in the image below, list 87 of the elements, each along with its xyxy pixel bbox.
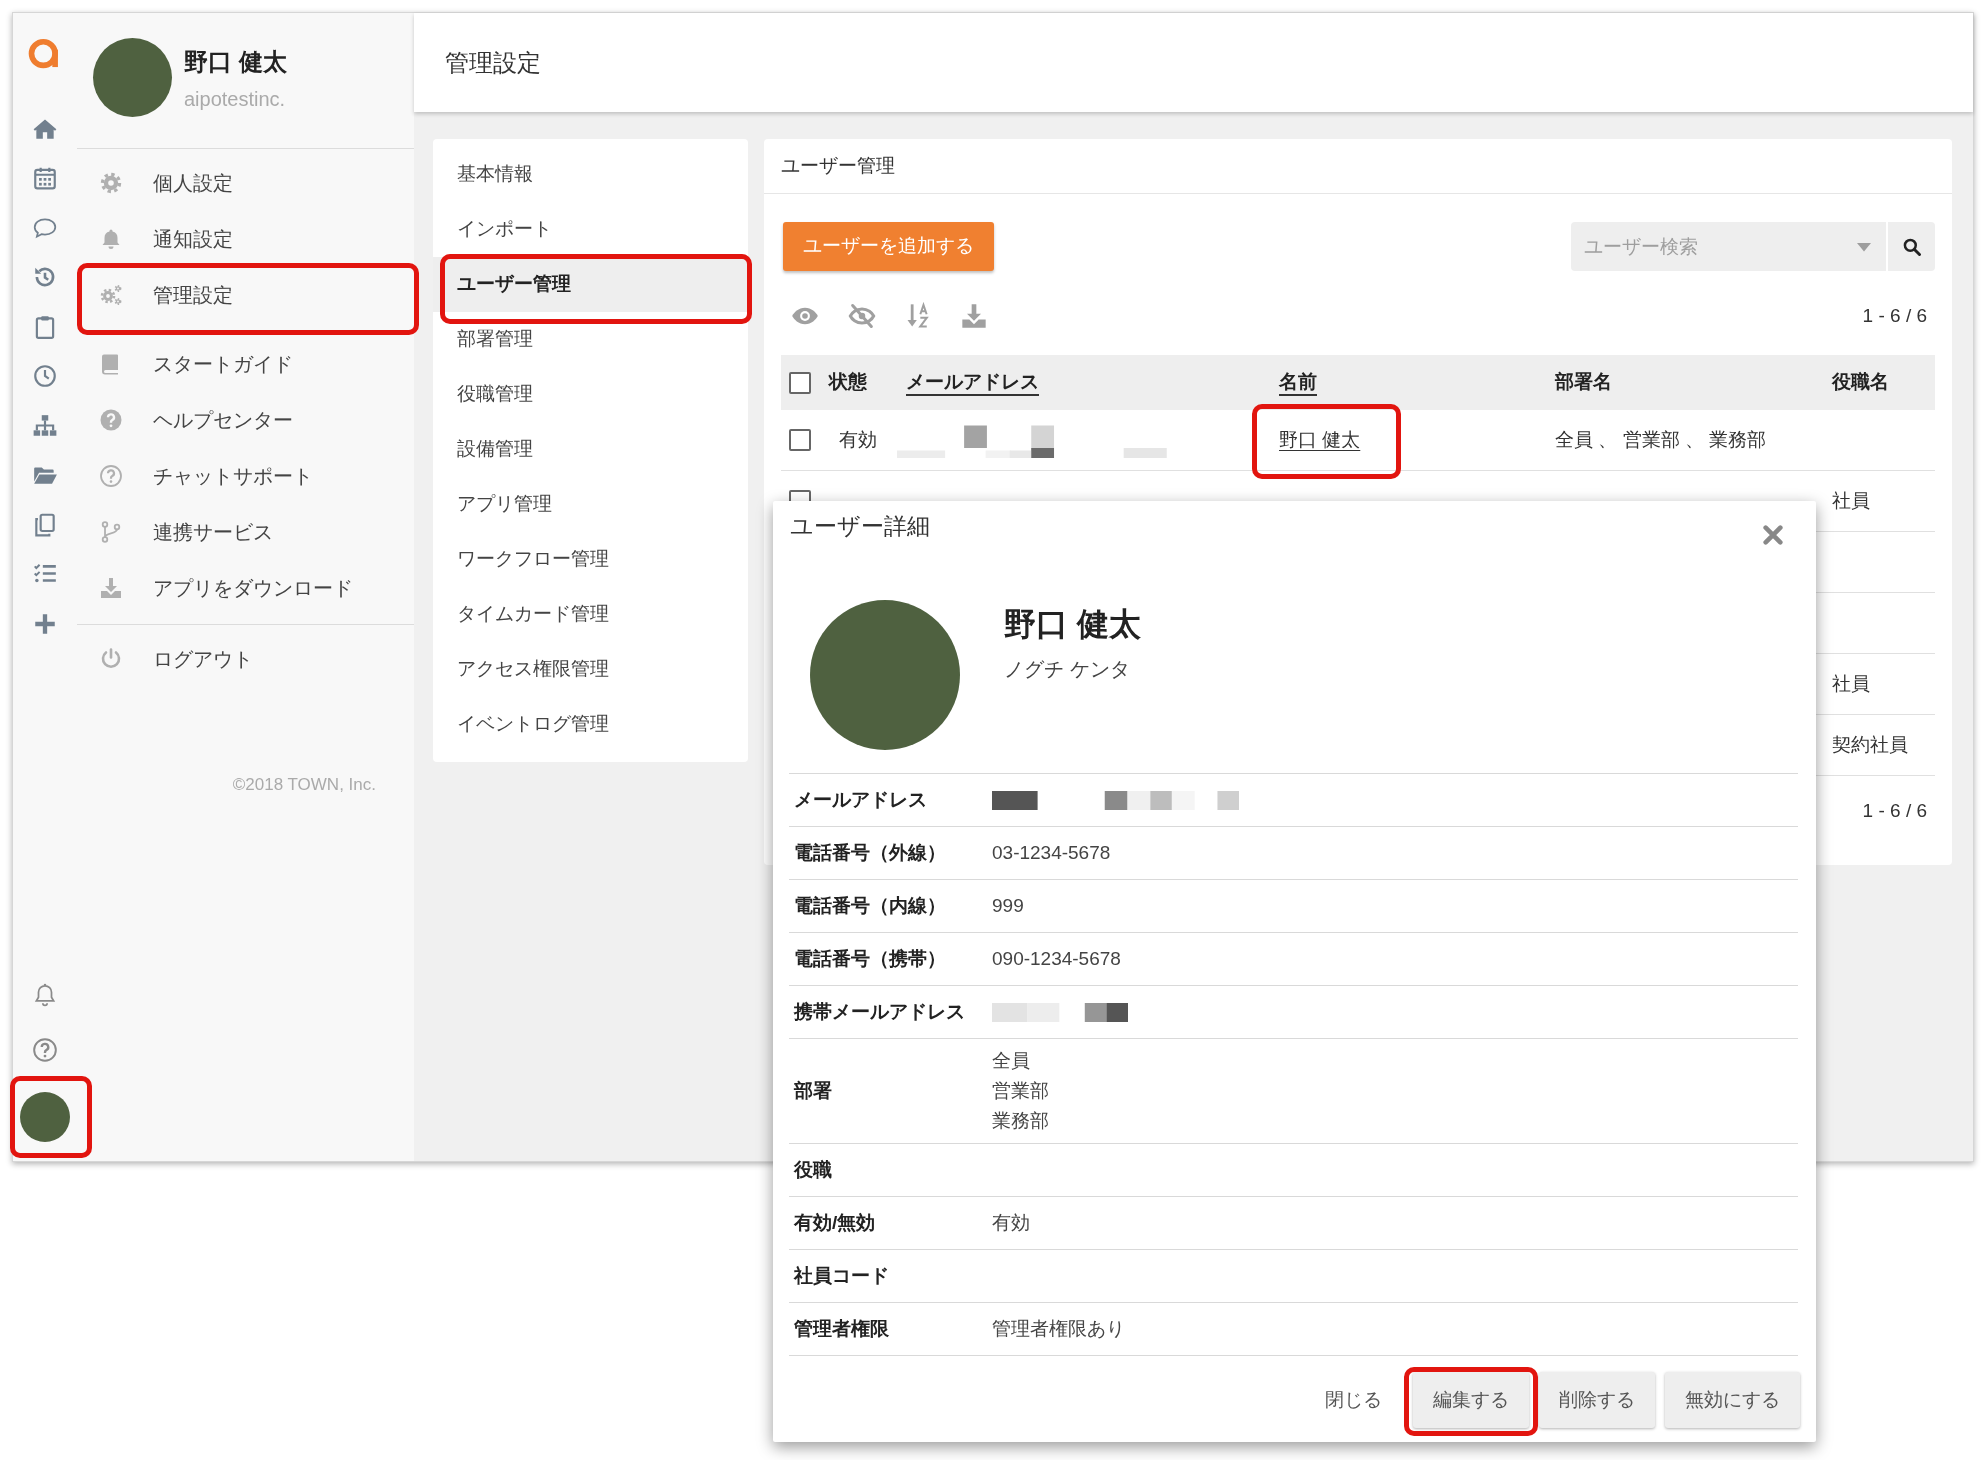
menu-item[interactable]: アプリ管理 <box>433 477 748 532</box>
help-icon <box>99 408 123 432</box>
menu-item[interactable]: 設備管理 <box>433 422 748 477</box>
user-name: 野口 健太 <box>184 47 287 77</box>
field-label: 電話番号（外線） <box>793 840 947 865</box>
menu-item[interactable]: スタートガイド <box>77 336 414 392</box>
menu-item[interactable]: アクセス権限管理 <box>433 642 748 697</box>
pagination-text: 1 - 6 / 6 <box>1862 798 1928 823</box>
field-value: 有効 <box>992 1210 1030 1235</box>
close-icon[interactable] <box>1762 524 1784 546</box>
menu-item[interactable]: イベントログ管理 <box>433 697 748 752</box>
settings-icon <box>99 171 123 195</box>
gears-icon <box>99 283 123 307</box>
dialog-title: ユーザー詳細 <box>790 512 930 541</box>
column-header[interactable]: メールアドレス <box>906 369 1039 396</box>
eye-slash-icon[interactable] <box>848 302 876 330</box>
copy-icon[interactable] <box>32 511 58 538</box>
action-button[interactable]: 無効にする <box>1665 1372 1800 1428</box>
field-label: 有効/無効 <box>793 1210 877 1235</box>
field-value: 業務部 <box>992 1109 1049 1133</box>
column-header: 役職名 <box>1832 369 1889 394</box>
search-field[interactable]: ユーザー検索 <box>1571 222 1886 271</box>
field-value: 管理者権限あり <box>992 1316 1125 1341</box>
role-text: 契約社員 <box>1832 733 1908 755</box>
column-header[interactable]: 名前 <box>1279 369 1317 396</box>
role-text: 社員 <box>1832 672 1870 694</box>
sitemap-icon[interactable] <box>32 412 58 439</box>
menu-item[interactable]: ワークフロー管理 <box>433 532 748 587</box>
menu-item[interactable]: 部署管理 <box>433 312 748 367</box>
menu-item[interactable]: チャットサポート <box>77 448 414 504</box>
bell-icon[interactable] <box>32 981 58 1008</box>
department-text: 全員 、 営業部 、 業務部 <box>1555 428 1767 450</box>
field-value: 営業部 <box>992 1079 1049 1103</box>
menu-item[interactable]: 管理設定 <box>77 267 414 323</box>
search-icon <box>1901 236 1922 257</box>
row-checkbox[interactable] <box>789 429 811 451</box>
avatar-photo[interactable] <box>20 1092 70 1142</box>
pagination-text: 1 - 6 / 6 <box>1862 303 1928 328</box>
power-icon <box>99 647 123 671</box>
download-icon <box>99 576 123 600</box>
field-value: 090-1234-5678 <box>992 946 1121 971</box>
action-button[interactable]: 編集する <box>1413 1372 1529 1428</box>
role-text: 社員 <box>1832 489 1870 511</box>
branch-icon <box>99 520 123 544</box>
field-value: 03-1234-5678 <box>992 840 1111 865</box>
panel-title: ユーザー管理 <box>781 153 895 178</box>
field-label: 電話番号（携帯） <box>793 946 947 971</box>
help-icon <box>99 464 123 488</box>
calendar-icon[interactable] <box>32 165 58 192</box>
menu-item[interactable]: 基本情報 <box>433 147 748 202</box>
clock-icon[interactable] <box>32 363 58 390</box>
menu-item[interactable]: ヘルプセンター <box>77 392 414 448</box>
field-label: メールアドレス <box>793 787 928 812</box>
menu-item[interactable]: 連携サービス <box>77 504 414 560</box>
column-header: 部署名 <box>1555 369 1612 394</box>
menu-item[interactable]: インポート <box>433 202 748 257</box>
caret-down-icon[interactable] <box>1856 242 1872 252</box>
field-label: 携帯メールアドレス <box>792 999 966 1024</box>
field-label: 電話番号（内線） <box>793 893 947 918</box>
menu-item[interactable]: アプリをダウンロード <box>77 560 414 616</box>
field-label: 役職 <box>792 1157 833 1182</box>
field-value: 全員 <box>992 1049 1031 1073</box>
download-icon[interactable] <box>960 302 988 330</box>
help-icon[interactable] <box>32 1036 58 1063</box>
menu-item[interactable]: ログアウト <box>77 631 414 687</box>
menu-item[interactable]: 役職管理 <box>433 367 748 422</box>
status-text: 有効 <box>839 428 877 450</box>
field-label: 部署 <box>793 1078 833 1103</box>
action-button[interactable]: 削除する <box>1539 1372 1655 1428</box>
user-name-link[interactable]: 野口 健太 <box>1279 428 1361 450</box>
user-name-kana: ノグチ ケンタ <box>1004 657 1131 682</box>
sort-alpha-icon[interactable] <box>905 302 931 330</box>
user-name: 野口 健太 <box>1004 605 1141 644</box>
menu-item[interactable]: タイムカード管理 <box>433 587 748 642</box>
organization-name: aipotestinc. <box>184 87 287 112</box>
field-label: 社員コード <box>792 1263 890 1288</box>
search-button[interactable] <box>1888 222 1935 271</box>
select-all-checkbox[interactable] <box>789 371 811 394</box>
menu-item[interactable]: 通知設定 <box>77 211 414 267</box>
field-value: 999 <box>992 893 1024 918</box>
field-label: 管理者権限 <box>793 1316 890 1341</box>
menu-item[interactable]: ユーザー管理 <box>433 257 748 312</box>
text-button[interactable]: 閉じる <box>1303 1372 1403 1428</box>
column-header: 状態 <box>829 369 867 394</box>
page-title: 管理設定 <box>445 47 541 78</box>
menu-item[interactable]: 個人設定 <box>77 155 414 211</box>
copyright-text: ©2018 TOWN, Inc. <box>231 774 377 796</box>
